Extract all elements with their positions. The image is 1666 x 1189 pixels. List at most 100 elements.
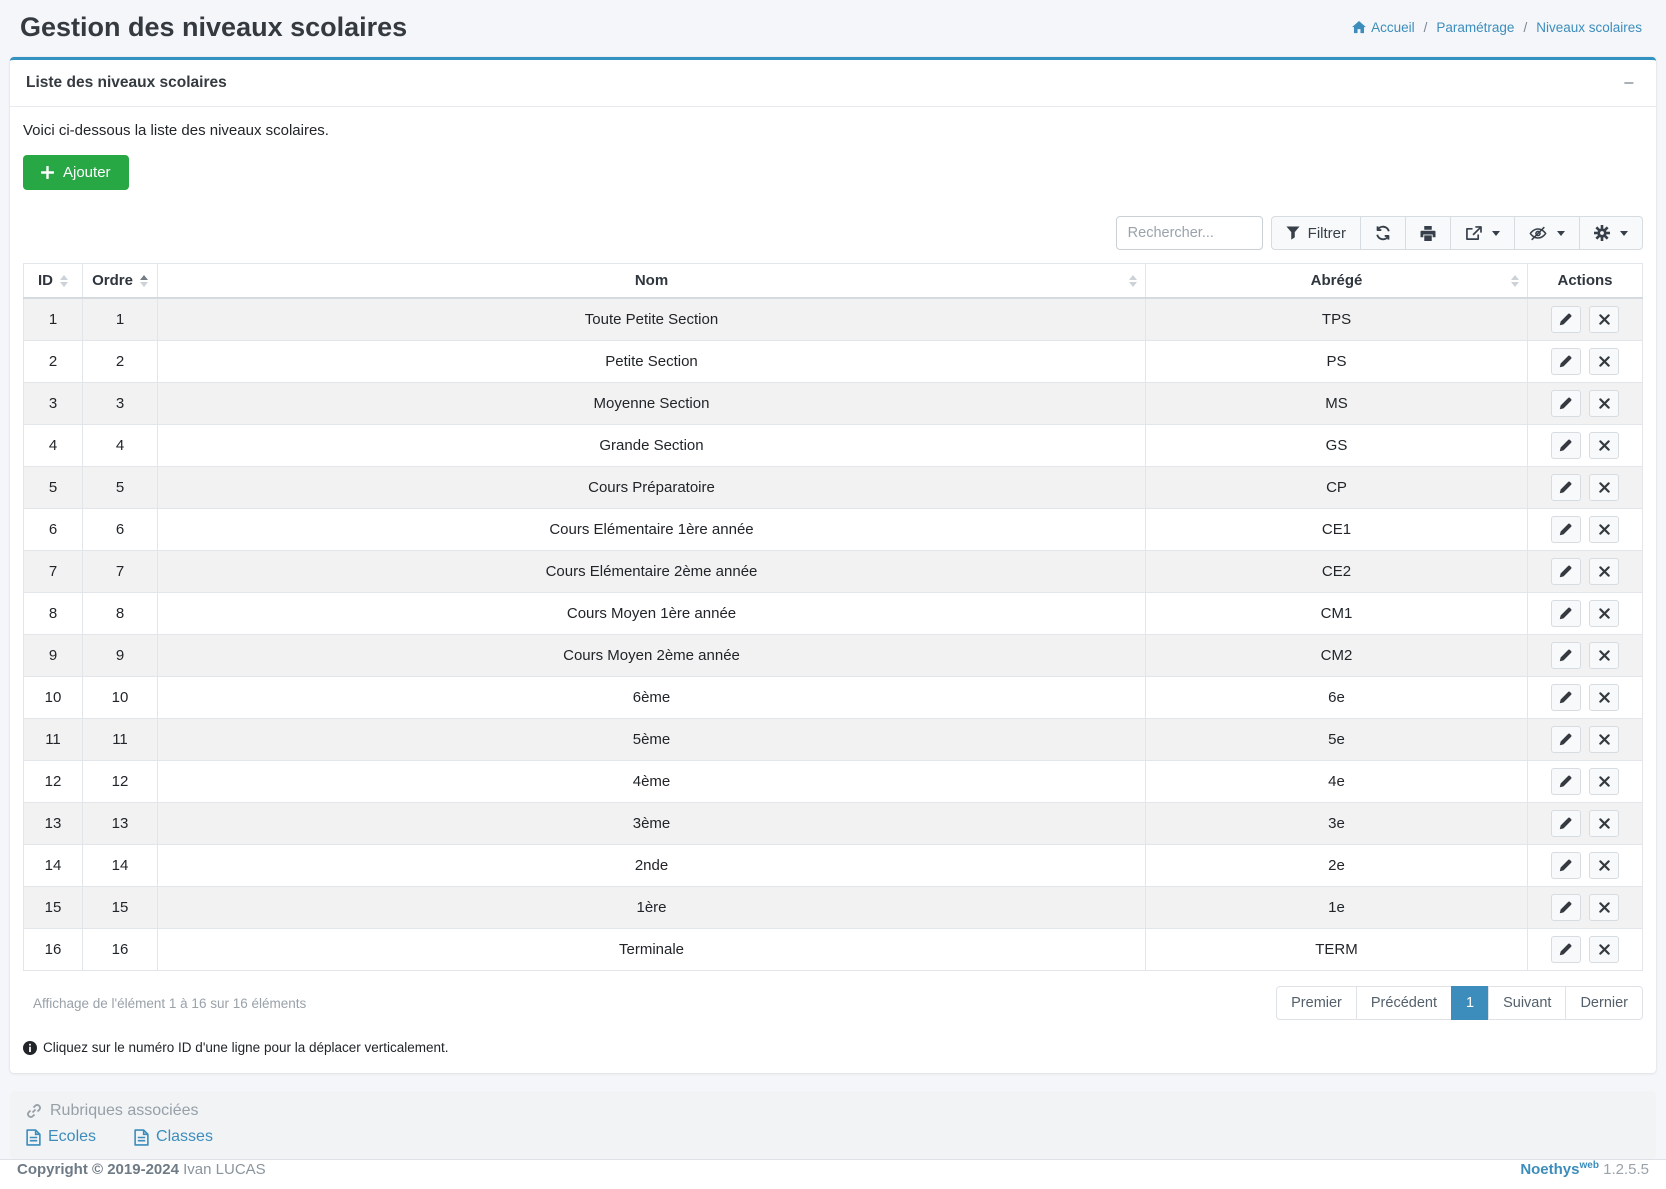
filter-button[interactable]: Filtrer — [1271, 216, 1361, 250]
cell-abrege: CM2 — [1146, 635, 1528, 677]
table-row: 9 9 Cours Moyen 2ème année CM2 — [24, 635, 1643, 677]
cell-ordre: 2 — [83, 341, 158, 383]
column-header-id[interactable]: ID — [24, 264, 83, 299]
delete-button[interactable] — [1589, 516, 1619, 543]
add-button[interactable]: Ajouter — [23, 155, 129, 190]
delete-button[interactable] — [1589, 936, 1619, 963]
settings-button[interactable] — [1579, 216, 1643, 250]
close-icon — [1599, 650, 1610, 661]
refresh-button[interactable] — [1360, 216, 1406, 250]
edit-button[interactable] — [1551, 726, 1581, 753]
edit-button[interactable] — [1551, 810, 1581, 837]
delete-button[interactable] — [1589, 390, 1619, 417]
cell-id[interactable]: 4 — [24, 425, 83, 467]
breadcrumb-parametrage[interactable]: Paramétrage — [1436, 20, 1514, 35]
table-toolbar: Filtrer — [23, 216, 1643, 250]
delete-button[interactable] — [1589, 348, 1619, 375]
collapse-button[interactable]: − — [1617, 72, 1640, 94]
cell-actions — [1528, 593, 1643, 635]
cell-abrege: CP — [1146, 467, 1528, 509]
edit-button[interactable] — [1551, 684, 1581, 711]
delete-button[interactable] — [1589, 642, 1619, 669]
delete-button[interactable] — [1589, 474, 1619, 501]
cell-actions — [1528, 635, 1643, 677]
edit-button[interactable] — [1551, 516, 1581, 543]
delete-button[interactable] — [1589, 894, 1619, 921]
edit-button[interactable] — [1551, 600, 1581, 627]
edit-button[interactable] — [1551, 558, 1581, 585]
info-icon — [23, 1041, 37, 1055]
edit-button[interactable] — [1551, 390, 1581, 417]
columns-visibility-button[interactable] — [1514, 216, 1580, 250]
cell-id[interactable]: 6 — [24, 509, 83, 551]
main-footer: Copyright © 2019-2024 Ivan LUCAS Noethys… — [0, 1159, 1666, 1189]
edit-button[interactable] — [1551, 894, 1581, 921]
table-header-row: ID Ordre Nom Abrégé — [24, 264, 1643, 299]
column-header-ordre[interactable]: Ordre — [83, 264, 158, 299]
close-icon — [1599, 398, 1610, 409]
edit-button[interactable] — [1551, 852, 1581, 879]
cell-abrege: GS — [1146, 425, 1528, 467]
delete-button[interactable] — [1589, 684, 1619, 711]
filter-icon — [1286, 226, 1300, 240]
edit-button[interactable] — [1551, 306, 1581, 333]
pagination-last[interactable]: Dernier — [1565, 986, 1643, 1020]
cell-ordre: 13 — [83, 803, 158, 845]
column-header-nom[interactable]: Nom — [158, 264, 1146, 299]
edit-button[interactable] — [1551, 348, 1581, 375]
export-button[interactable] — [1450, 216, 1515, 250]
pagination-first[interactable]: Premier — [1276, 986, 1357, 1020]
cell-id[interactable]: 2 — [24, 341, 83, 383]
column-header-abrege[interactable]: Abrégé — [1146, 264, 1528, 299]
sort-icon — [60, 275, 68, 287]
table-row: 13 13 3ème 3e — [24, 803, 1643, 845]
related-link-ecoles[interactable]: Ecoles — [26, 1128, 96, 1146]
cell-id[interactable]: 10 — [24, 677, 83, 719]
levels-card: Liste des niveaux scolaires − Voici ci-d… — [10, 57, 1656, 1073]
cell-ordre: 7 — [83, 551, 158, 593]
delete-button[interactable] — [1589, 726, 1619, 753]
delete-button[interactable] — [1589, 600, 1619, 627]
edit-button[interactable] — [1551, 432, 1581, 459]
cell-id[interactable]: 16 — [24, 929, 83, 971]
edit-button[interactable] — [1551, 642, 1581, 669]
cell-id[interactable]: 8 — [24, 593, 83, 635]
related-link-classes[interactable]: Classes — [134, 1128, 213, 1146]
cell-id[interactable]: 7 — [24, 551, 83, 593]
table-row: 10 10 6ème 6e — [24, 677, 1643, 719]
cell-id[interactable]: 13 — [24, 803, 83, 845]
cell-abrege: PS — [1146, 341, 1528, 383]
edit-button[interactable] — [1551, 474, 1581, 501]
delete-button[interactable] — [1589, 558, 1619, 585]
cell-id[interactable]: 9 — [24, 635, 83, 677]
print-button[interactable] — [1405, 216, 1451, 250]
breadcrumb-accueil[interactable]: Accueil — [1352, 20, 1415, 35]
cell-ordre: 1 — [83, 298, 158, 341]
pagination-current-page[interactable]: 1 — [1451, 986, 1489, 1020]
delete-button[interactable] — [1589, 810, 1619, 837]
cell-id[interactable]: 14 — [24, 845, 83, 887]
close-icon — [1599, 944, 1610, 955]
edit-button[interactable] — [1551, 768, 1581, 795]
delete-button[interactable] — [1589, 768, 1619, 795]
breadcrumb: Accueil / Paramétrage / Niveaux scolaire… — [1352, 20, 1646, 35]
edit-button[interactable] — [1551, 936, 1581, 963]
close-icon — [1599, 524, 1610, 535]
delete-button[interactable] — [1589, 852, 1619, 879]
cell-id[interactable]: 12 — [24, 761, 83, 803]
pagination-previous[interactable]: Précédent — [1356, 986, 1452, 1020]
cell-id[interactable]: 15 — [24, 887, 83, 929]
cell-id[interactable]: 5 — [24, 467, 83, 509]
breadcrumb-niveaux-scolaires[interactable]: Niveaux scolaires — [1536, 20, 1642, 35]
cell-id[interactable]: 3 — [24, 383, 83, 425]
pencil-icon — [1559, 859, 1572, 872]
search-input[interactable] — [1116, 216, 1263, 250]
delete-button[interactable] — [1589, 306, 1619, 333]
cell-nom: 1ère — [158, 887, 1146, 929]
cell-id[interactable]: 11 — [24, 719, 83, 761]
pagination-next[interactable]: Suivant — [1488, 986, 1566, 1020]
export-icon — [1465, 226, 1482, 241]
delete-button[interactable] — [1589, 432, 1619, 459]
cell-id[interactable]: 1 — [24, 298, 83, 341]
cell-ordre: 8 — [83, 593, 158, 635]
